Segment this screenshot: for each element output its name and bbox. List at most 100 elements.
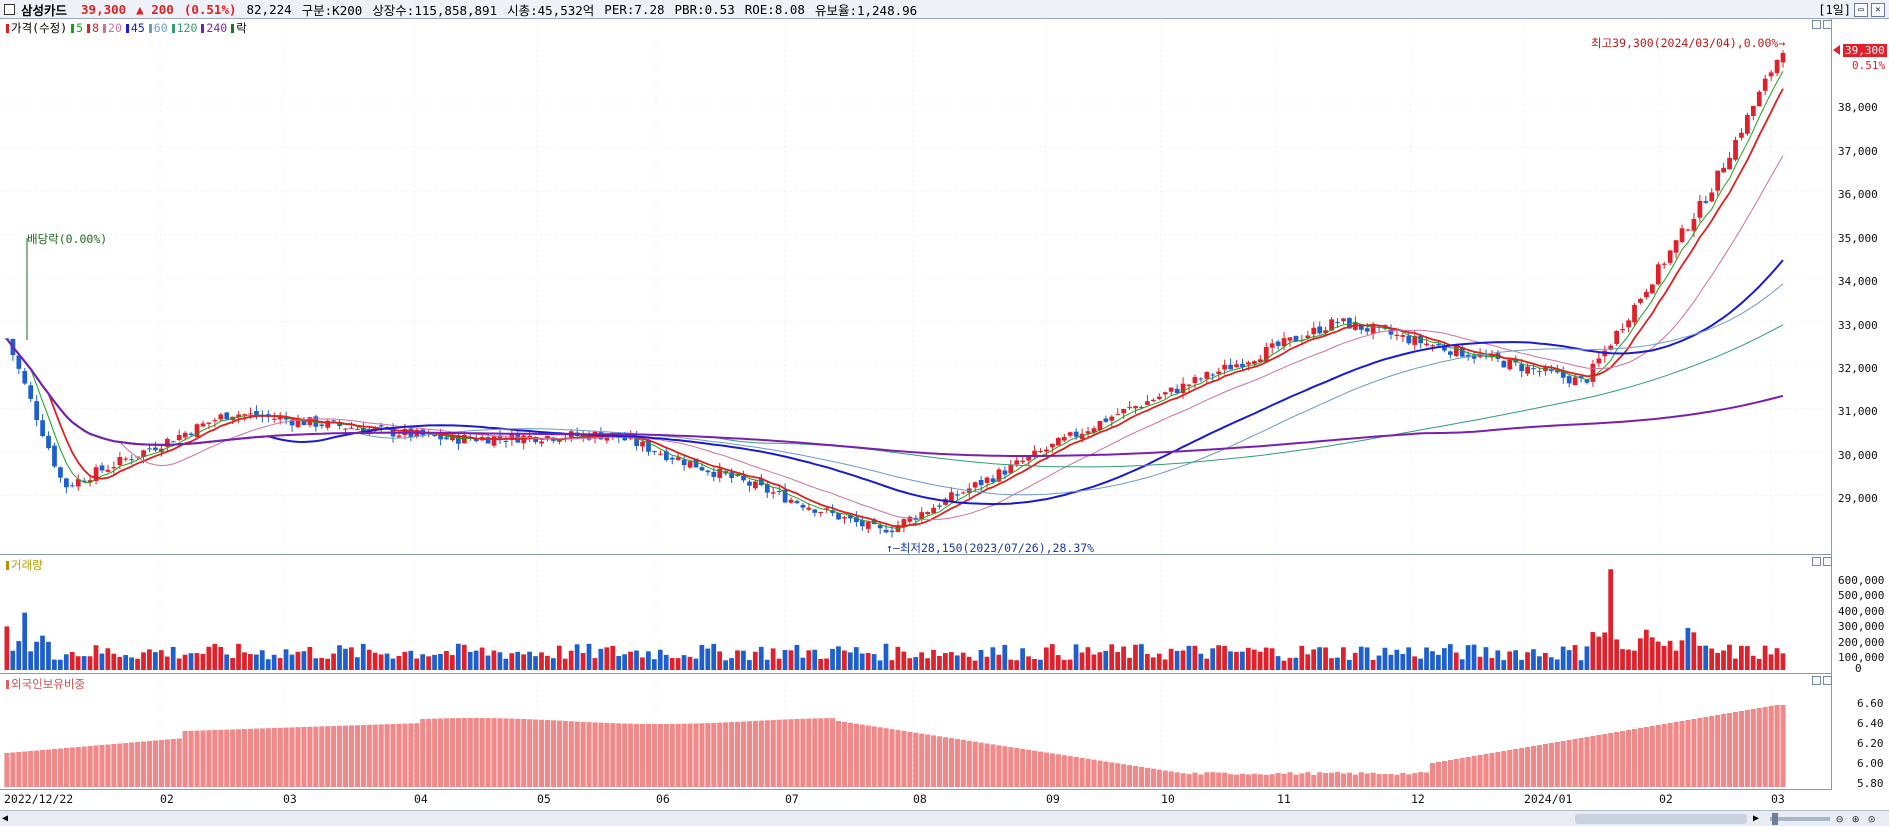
foreign-bar xyxy=(657,724,663,787)
moving-averages xyxy=(6,70,1784,529)
foreign-bar xyxy=(1738,711,1745,787)
foreign-bar xyxy=(1596,735,1602,787)
volume-bar xyxy=(1643,629,1649,670)
volume-legend[interactable]: 거래량 xyxy=(6,557,43,573)
foreign-bar xyxy=(859,724,865,787)
volume-bar xyxy=(230,657,235,670)
volume-bar xyxy=(883,643,889,670)
volume-bar xyxy=(4,626,10,670)
volume-bar xyxy=(1240,651,1245,670)
zoom-in-icon[interactable]: ⊕ xyxy=(1852,812,1859,826)
foreign-bar xyxy=(34,750,40,787)
foreign-bar xyxy=(735,721,741,787)
volume-bar xyxy=(729,658,734,670)
candle-body xyxy=(788,499,794,503)
foreign-bar xyxy=(1412,773,1418,787)
foreign-bar xyxy=(51,749,58,787)
chart-area[interactable] xyxy=(0,0,1889,826)
ma-line-60 xyxy=(6,283,1784,496)
scroll-left-icon[interactable]: ◀ xyxy=(2,813,14,825)
volume-bar xyxy=(996,654,1002,670)
volume-bar xyxy=(1382,647,1388,670)
volume-bar xyxy=(1471,644,1477,670)
foreign-bar xyxy=(1519,748,1525,787)
candle-body xyxy=(271,418,277,420)
foreign-bar xyxy=(1756,708,1762,787)
foreign-bar xyxy=(1685,720,1691,787)
volume-bar xyxy=(1156,653,1162,670)
foreign-bar xyxy=(1542,744,1548,787)
foreign-bar xyxy=(1079,757,1085,787)
candle-body xyxy=(1186,384,1192,386)
foreign-bar xyxy=(574,721,580,787)
candle-body xyxy=(972,482,978,488)
foreign-bar xyxy=(1489,753,1495,787)
candle-body xyxy=(1525,366,1530,374)
foreign-bar xyxy=(889,729,895,787)
foreign-bar xyxy=(253,728,260,787)
volume-bar xyxy=(479,647,485,670)
foreign-bar xyxy=(141,741,147,787)
volume-panel-controls[interactable] xyxy=(1812,557,1832,566)
foreign-legend[interactable]: 외국인보유비중 xyxy=(6,676,85,692)
candle-body xyxy=(776,491,782,493)
horizontal-scrollbar[interactable]: ◀ ▶ ⊖ ⊕ ⊙ xyxy=(0,810,1889,826)
foreign-bar xyxy=(414,723,420,787)
candle-body xyxy=(1234,364,1239,368)
volume-bar xyxy=(1459,659,1465,670)
foreign-bar xyxy=(408,723,414,787)
candle-body xyxy=(182,432,188,438)
candle-body xyxy=(1055,438,1061,446)
foreign-bar xyxy=(1459,758,1465,787)
volume-bar xyxy=(248,654,253,670)
candle-body xyxy=(1020,460,1026,463)
foreign-panel-controls[interactable] xyxy=(1812,676,1832,685)
foreign-bar xyxy=(1441,761,1448,787)
candle-body xyxy=(1572,377,1578,386)
volume-bar xyxy=(634,650,639,670)
volume-bar xyxy=(337,645,342,670)
volume-bar xyxy=(1768,654,1774,670)
volume-bar xyxy=(1632,650,1637,670)
volume-bar xyxy=(1263,647,1269,670)
price-tick: 37,000 xyxy=(1838,145,1878,158)
candle-body xyxy=(1655,264,1661,285)
candle-body xyxy=(105,469,111,472)
volume-bar xyxy=(200,653,206,670)
candle-body xyxy=(1436,344,1441,346)
foreign-bar xyxy=(1257,774,1263,787)
price-tick: 33,000 xyxy=(1838,319,1878,332)
volume-bar xyxy=(1049,644,1055,670)
volume-bar xyxy=(1513,650,1518,670)
zoom-slider-track[interactable] xyxy=(1770,817,1830,821)
foreign-bar xyxy=(1109,762,1115,787)
foreign-bar xyxy=(1655,725,1661,787)
foreign-bar xyxy=(1394,774,1400,787)
foreign-bar xyxy=(105,744,111,787)
candle-body xyxy=(1448,351,1453,355)
current-price-tag: 39,300 xyxy=(1843,44,1887,57)
candle-body xyxy=(539,441,544,444)
foreign-bar xyxy=(1667,723,1673,787)
candle-body xyxy=(1661,263,1667,265)
volume-bar xyxy=(1038,659,1043,670)
foreign-bar xyxy=(1721,714,1727,787)
volume-bar xyxy=(1667,640,1673,670)
foreign-bar xyxy=(1620,731,1626,787)
zoom-out-icon[interactable]: ⊖ xyxy=(1836,812,1843,826)
foreign-bar xyxy=(794,718,800,787)
zoom-reset-icon[interactable]: ⊙ xyxy=(1868,812,1875,826)
volume-bar xyxy=(1317,647,1322,670)
foreign-bar xyxy=(521,719,527,787)
scroll-thumb[interactable] xyxy=(1575,814,1747,824)
volume-bar xyxy=(1756,658,1762,670)
foreign-bar xyxy=(1340,773,1347,787)
candle-body xyxy=(1311,327,1317,335)
zoom-slider-knob[interactable] xyxy=(1772,813,1778,825)
foreign-bar xyxy=(550,720,557,787)
volume-bar xyxy=(1269,648,1275,670)
candle-body xyxy=(1275,341,1281,346)
volume-bar xyxy=(242,652,247,670)
scroll-right-icon[interactable]: ▶ xyxy=(1753,813,1765,825)
foreign-bar xyxy=(634,723,640,787)
